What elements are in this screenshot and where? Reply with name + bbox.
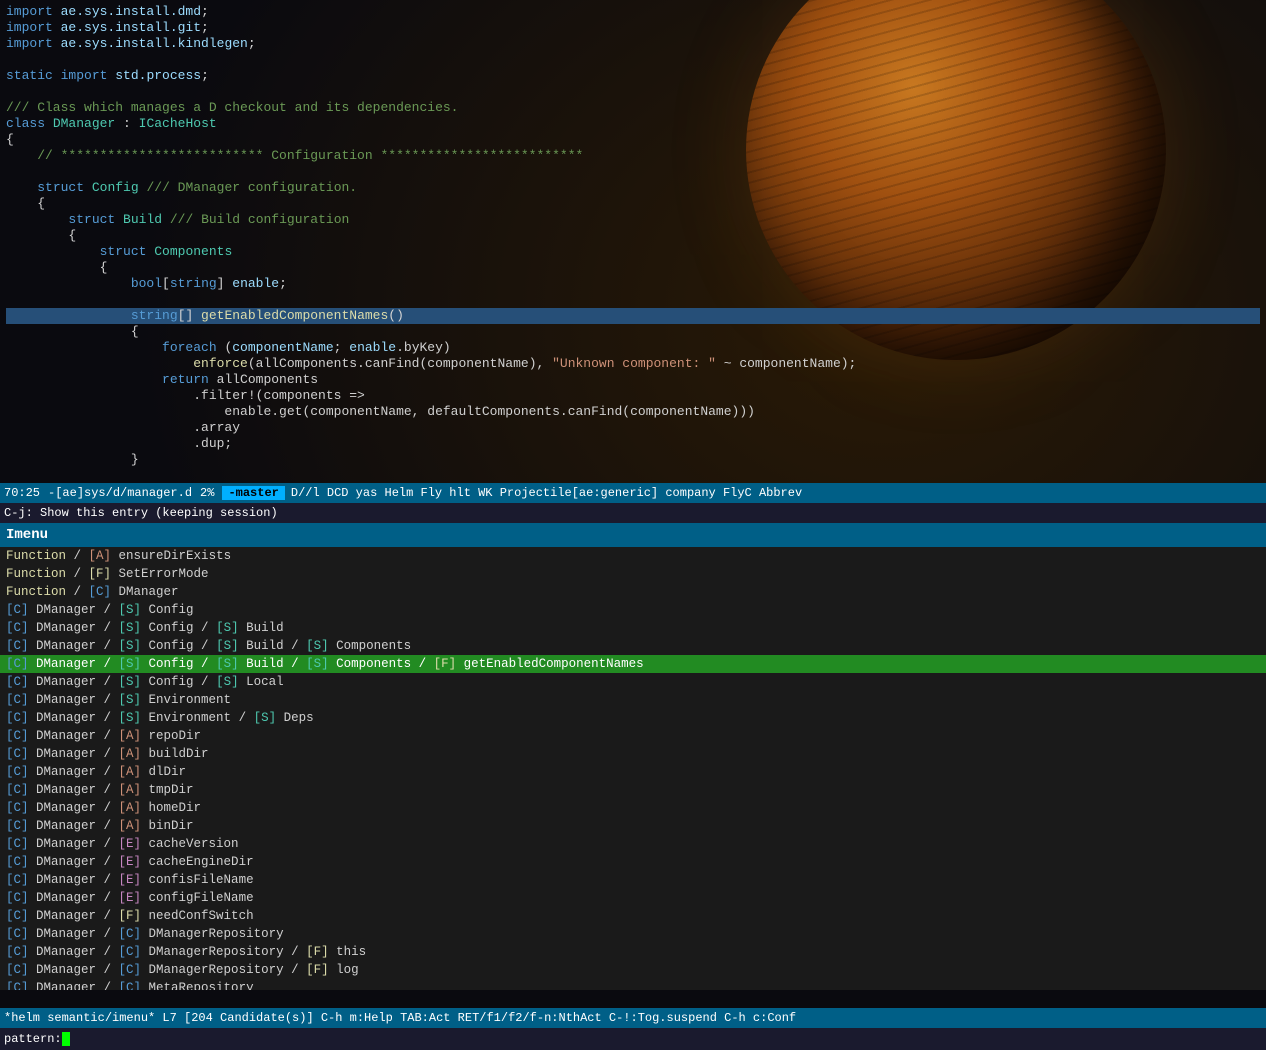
list-item[interactable]: [C] DManager / [A] repoDir: [0, 727, 1266, 745]
list-item[interactable]: [C] DManager / [C] DManagerRepository: [0, 925, 1266, 943]
pattern-label: pattern:: [4, 1032, 62, 1046]
list-item[interactable]: [C] DManager / [A] buildDir: [0, 745, 1266, 763]
code-line: [6, 468, 1260, 484]
status-rest: D//l DCD yas Helm Fly hlt WK Projectile[…: [291, 486, 802, 500]
cj-prompt: C-j: Show this entry (keeping session): [0, 503, 1266, 523]
list-item[interactable]: [C] DManager / [E] confisFileName: [0, 871, 1266, 889]
status-bar: 70:25 -[ae]sys/d/manager.d 2% -master D/…: [0, 483, 1266, 503]
list-item[interactable]: [C] DManager / [S] Config / [S] Local: [0, 673, 1266, 691]
git-branch: -master: [222, 486, 284, 500]
imenu-panel[interactable]: Imenu Function / [A] ensureDirExistsFunc…: [0, 523, 1266, 990]
cursor-position: 70:25: [4, 486, 40, 500]
code-line: {: [6, 228, 1260, 244]
cj-prompt-text: C-j: Show this entry (keeping session): [4, 506, 278, 520]
code-line: [6, 52, 1260, 68]
list-item[interactable]: [C] DManager / [S] Environment / [S] Dep…: [0, 709, 1266, 727]
code-line: .array: [6, 420, 1260, 436]
code-line: .filter!(components =>: [6, 388, 1260, 404]
code-line: .dup;: [6, 436, 1260, 452]
code-line: [6, 292, 1260, 308]
code-line: import ae.sys.install.dmd;: [6, 4, 1260, 20]
status-percent: 2%: [200, 486, 214, 500]
pattern-bar[interactable]: pattern:: [0, 1028, 1266, 1050]
code-line: bool[string] enable;: [6, 276, 1260, 292]
code-line: {: [6, 260, 1260, 276]
code-line: class DManager : ICacheHost: [6, 116, 1260, 132]
code-line: string[] getEnabledComponentNames(): [6, 308, 1260, 324]
code-line: enable.get(componentName, defaultCompone…: [6, 404, 1260, 420]
code-line: /// Class which manages a D checkout and…: [6, 100, 1260, 116]
status-file: -[ae]sys/d/manager.d: [48, 486, 192, 500]
code-line: foreach (componentName; enable.byKey): [6, 340, 1260, 356]
code-line: struct Build /// Build configuration: [6, 212, 1260, 228]
list-item[interactable]: [C] DManager / [A] dlDir: [0, 763, 1266, 781]
code-line: [6, 164, 1260, 180]
code-line: {: [6, 132, 1260, 148]
code-line: import ae.sys.install.kindlegen;: [6, 36, 1260, 52]
code-line: struct Config /// DManager configuration…: [6, 180, 1260, 196]
list-item[interactable]: [C] DManager / [E] cacheVersion: [0, 835, 1266, 853]
list-item[interactable]: [C] DManager / [S] Environment: [0, 691, 1266, 709]
code-line: import ae.sys.install.git;: [6, 20, 1260, 36]
list-item[interactable]: [C] DManager / [S] Config / [S] Build / …: [0, 637, 1266, 655]
code-line: {: [6, 196, 1260, 212]
code-editor: import ae.sys.install.dmd;import ae.sys.…: [0, 0, 1266, 485]
helm-status-text: *helm semantic/imenu* L7 [204 Candidate(…: [4, 1011, 796, 1025]
code-line: return allComponents: [6, 372, 1260, 388]
list-item[interactable]: [C] DManager / [A] homeDir: [0, 799, 1266, 817]
list-item[interactable]: [C] DManager / [E] cacheEngineDir: [0, 853, 1266, 871]
list-item[interactable]: [C] DManager / [C] DManagerRepository / …: [0, 943, 1266, 961]
imenu-header: Imenu: [0, 523, 1266, 547]
list-item[interactable]: Function / [A] ensureDirExists: [0, 547, 1266, 565]
code-line: {: [6, 324, 1260, 340]
list-item[interactable]: [C] DManager / [S] Config / [S] Build: [0, 619, 1266, 637]
list-item[interactable]: Function / [F] SetErrorMode: [0, 565, 1266, 583]
code-line: // ************************** Configurat…: [6, 148, 1260, 164]
code-line: struct Components: [6, 244, 1260, 260]
list-item[interactable]: [C] DManager / [A] tmpDir: [0, 781, 1266, 799]
imenu-list[interactable]: Function / [A] ensureDirExistsFunction /…: [0, 547, 1266, 990]
list-item[interactable]: [C] DManager / [S] Config: [0, 601, 1266, 619]
list-item[interactable]: Function / [C] DManager: [0, 583, 1266, 601]
list-item[interactable]: [C] DManager / [F] needConfSwitch: [0, 907, 1266, 925]
code-line: enforce(allComponents.canFind(componentN…: [6, 356, 1260, 372]
code-line: [6, 84, 1260, 100]
list-item[interactable]: [C] DManager / [C] MetaRepository: [0, 979, 1266, 990]
list-item[interactable]: [C] DManager / [S] Config / [S] Build / …: [0, 655, 1266, 673]
list-item[interactable]: [C] DManager / [C] DManagerRepository / …: [0, 961, 1266, 979]
helm-status-bar: *helm semantic/imenu* L7 [204 Candidate(…: [0, 1008, 1266, 1028]
pattern-cursor: [62, 1032, 70, 1046]
list-item[interactable]: [C] DManager / [A] binDir: [0, 817, 1266, 835]
code-line: }: [6, 452, 1260, 468]
code-line: static import std.process;: [6, 68, 1260, 84]
list-item[interactable]: [C] DManager / [E] configFileName: [0, 889, 1266, 907]
